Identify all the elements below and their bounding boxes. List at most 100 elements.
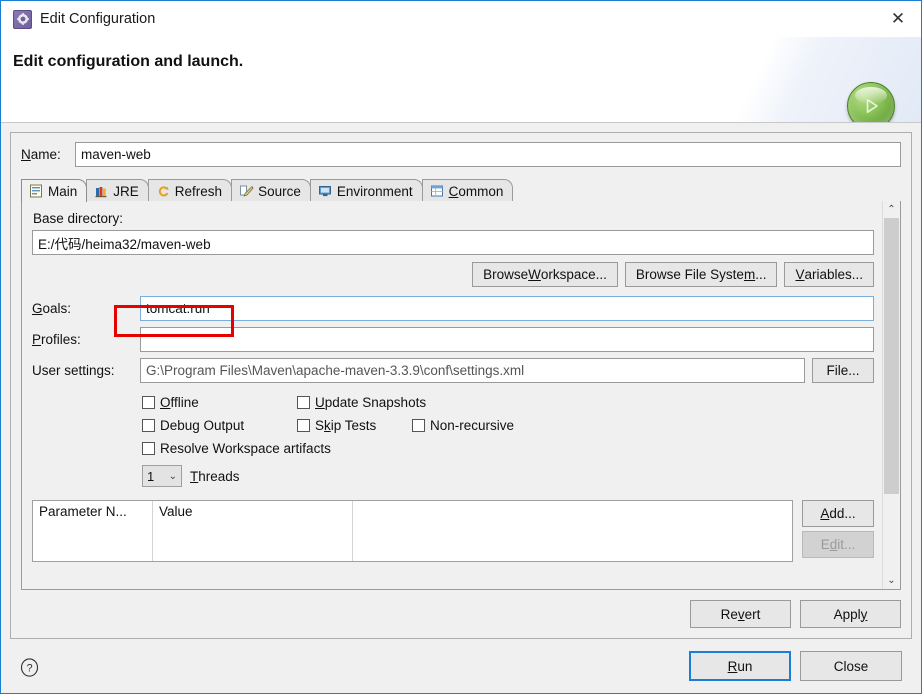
table-header-row: Parameter N... Value xyxy=(33,501,792,525)
user-settings-row: User settings: File... xyxy=(32,358,874,383)
revert-button[interactable]: Re v ert xyxy=(690,600,791,628)
table-icon xyxy=(430,184,445,198)
form-icon xyxy=(29,184,44,198)
scroll-up-icon[interactable]: ⌃ xyxy=(883,201,900,218)
checkbox-box xyxy=(142,396,155,409)
scroll-down-icon[interactable]: ⌄ xyxy=(883,572,900,589)
debug-output-label: Debug Output xyxy=(160,418,245,433)
dialog-header: Edit configuration and launch. xyxy=(1,37,921,123)
name-label: Name: xyxy=(21,147,61,162)
column-header-value: Value xyxy=(153,501,353,525)
checkbox-box xyxy=(142,419,155,432)
tab-main-label: Main xyxy=(48,183,78,199)
apply-button[interactable]: Appl y xyxy=(800,600,901,628)
tab-jre[interactable]: JRE xyxy=(86,179,149,202)
table-column-3 xyxy=(353,525,792,561)
parameter-table[interactable]: Parameter N... Value xyxy=(32,500,793,562)
column-header-parameter-name: Parameter N... xyxy=(33,501,153,525)
scrollbar-track[interactable] xyxy=(883,218,900,572)
threads-label: Threads xyxy=(190,468,240,484)
page-title: Edit configuration and launch. xyxy=(13,53,244,70)
name-input[interactable] xyxy=(75,142,901,167)
table-column-1 xyxy=(33,525,153,561)
books-icon xyxy=(94,184,109,198)
name-row: Name: xyxy=(21,142,901,167)
tab-environment-label: Environment xyxy=(336,183,413,199)
table-button-column: Add... Ed it... xyxy=(802,500,874,562)
base-directory-input[interactable] xyxy=(32,230,874,255)
main-tab-panel: Base directory: Browse Workspace... Brow… xyxy=(21,201,901,590)
tab-common-label: Common xyxy=(448,183,504,199)
main-tab-content: Base directory: Browse Workspace... Brow… xyxy=(22,201,883,589)
update-snapshots-label: Update Snapshots xyxy=(315,395,427,410)
variables-button[interactable]: Variables... xyxy=(784,262,874,287)
question-mark-icon[interactable]: ? xyxy=(20,658,39,677)
browse-button-row: Browse Workspace... Browse File Syste m..… xyxy=(32,262,874,287)
window-title: Edit Configuration xyxy=(40,11,156,27)
gear-icon xyxy=(13,9,32,29)
svg-text:?: ? xyxy=(26,663,32,675)
update-snapshots-checkbox[interactable]: Update Snapshots xyxy=(297,395,426,410)
dialog-body: Name: Main JRE xyxy=(1,123,921,693)
base-directory-label: Base directory: xyxy=(33,211,124,226)
chevron-down-icon: ⌄ xyxy=(168,470,177,482)
footer-button-row: Run Close xyxy=(689,651,902,681)
play-icon xyxy=(847,82,895,122)
options-checkbox-group: Offline Update Snapshots Debug Output Sk… xyxy=(32,391,874,489)
non-recursive-label: Non-recursive xyxy=(430,418,515,433)
debug-output-checkbox[interactable]: Debug Output xyxy=(142,418,297,433)
checkbox-row-2: Debug Output Skip Tests Non-recursive xyxy=(142,414,874,437)
vertical-scrollbar[interactable]: ⌃ ⌄ xyxy=(882,201,900,589)
goals-label: Goals: xyxy=(32,301,72,316)
title-bar: Edit Configuration ✕ xyxy=(1,1,921,37)
tab-common[interactable]: Common xyxy=(421,179,514,202)
profiles-input[interactable] xyxy=(140,327,874,352)
edit-configuration-dialog: Edit Configuration ✕ Edit configuration … xyxy=(0,0,922,694)
monitor-icon xyxy=(318,184,333,198)
file-button[interactable]: File... xyxy=(812,358,874,383)
user-settings-input[interactable] xyxy=(140,358,805,383)
tab-bar: Main JRE Refresh Source Environment Comm… xyxy=(21,178,911,202)
skip-tests-label: Skip Tests xyxy=(315,418,377,433)
skip-tests-checkbox[interactable]: Skip Tests xyxy=(297,418,412,433)
edit-button: Ed it... xyxy=(802,531,874,558)
tab-source[interactable]: Source xyxy=(231,179,311,202)
refresh-icon xyxy=(156,184,171,198)
resolve-workspace-artifacts-checkbox[interactable]: Resolve Workspace artifacts xyxy=(142,441,331,456)
user-settings-label: User settings: xyxy=(32,363,115,378)
tab-refresh-label: Refresh xyxy=(174,183,223,199)
threads-stepper[interactable]: 1 ⌄ xyxy=(142,465,182,487)
browse-workspace-button[interactable]: Browse Workspace... xyxy=(472,262,618,287)
resolve-workspace-artifacts-label: Resolve Workspace artifacts xyxy=(160,441,331,456)
run-button[interactable]: Run xyxy=(689,651,791,681)
goals-row: Goals: xyxy=(32,296,874,321)
close-button[interactable]: Close xyxy=(800,651,902,681)
threads-value: 1 xyxy=(147,468,155,484)
dialog-footer: ? Run Close xyxy=(1,639,921,693)
non-recursive-checkbox[interactable]: Non-recursive xyxy=(412,418,514,433)
checkbox-box xyxy=(142,442,155,455)
profiles-row: Profiles: xyxy=(32,327,874,352)
source-pencil-icon xyxy=(239,184,254,198)
checkbox-row-3: Resolve Workspace artifacts xyxy=(142,437,874,460)
profiles-label: Profiles: xyxy=(32,332,81,347)
goals-input[interactable] xyxy=(140,296,874,321)
threads-row: 1 ⌄ Threads xyxy=(142,463,874,489)
tab-source-label: Source xyxy=(258,183,301,199)
table-column-2 xyxy=(153,525,353,561)
parameter-table-wrap: Parameter N... Value Add... E d it... xyxy=(32,500,874,562)
tab-environment[interactable]: Environment xyxy=(309,179,423,202)
checkbox-box xyxy=(412,419,425,432)
tab-jre-label: JRE xyxy=(113,183,139,199)
column-header-empty xyxy=(353,501,792,525)
offline-checkbox[interactable]: Offline xyxy=(142,395,297,410)
scrollbar-thumb[interactable] xyxy=(884,218,899,495)
panel-button-row: Re v ert Appl y xyxy=(690,600,901,628)
add-button[interactable]: Add... xyxy=(802,500,874,527)
offline-label: Offline xyxy=(160,395,199,410)
tab-main[interactable]: Main xyxy=(21,179,88,202)
checkbox-row-1: Offline Update Snapshots xyxy=(142,391,874,414)
tab-refresh[interactable]: Refresh xyxy=(147,179,233,202)
close-icon[interactable]: ✕ xyxy=(875,1,921,36)
browse-file-system-button[interactable]: Browse File Syste m... xyxy=(624,262,778,287)
